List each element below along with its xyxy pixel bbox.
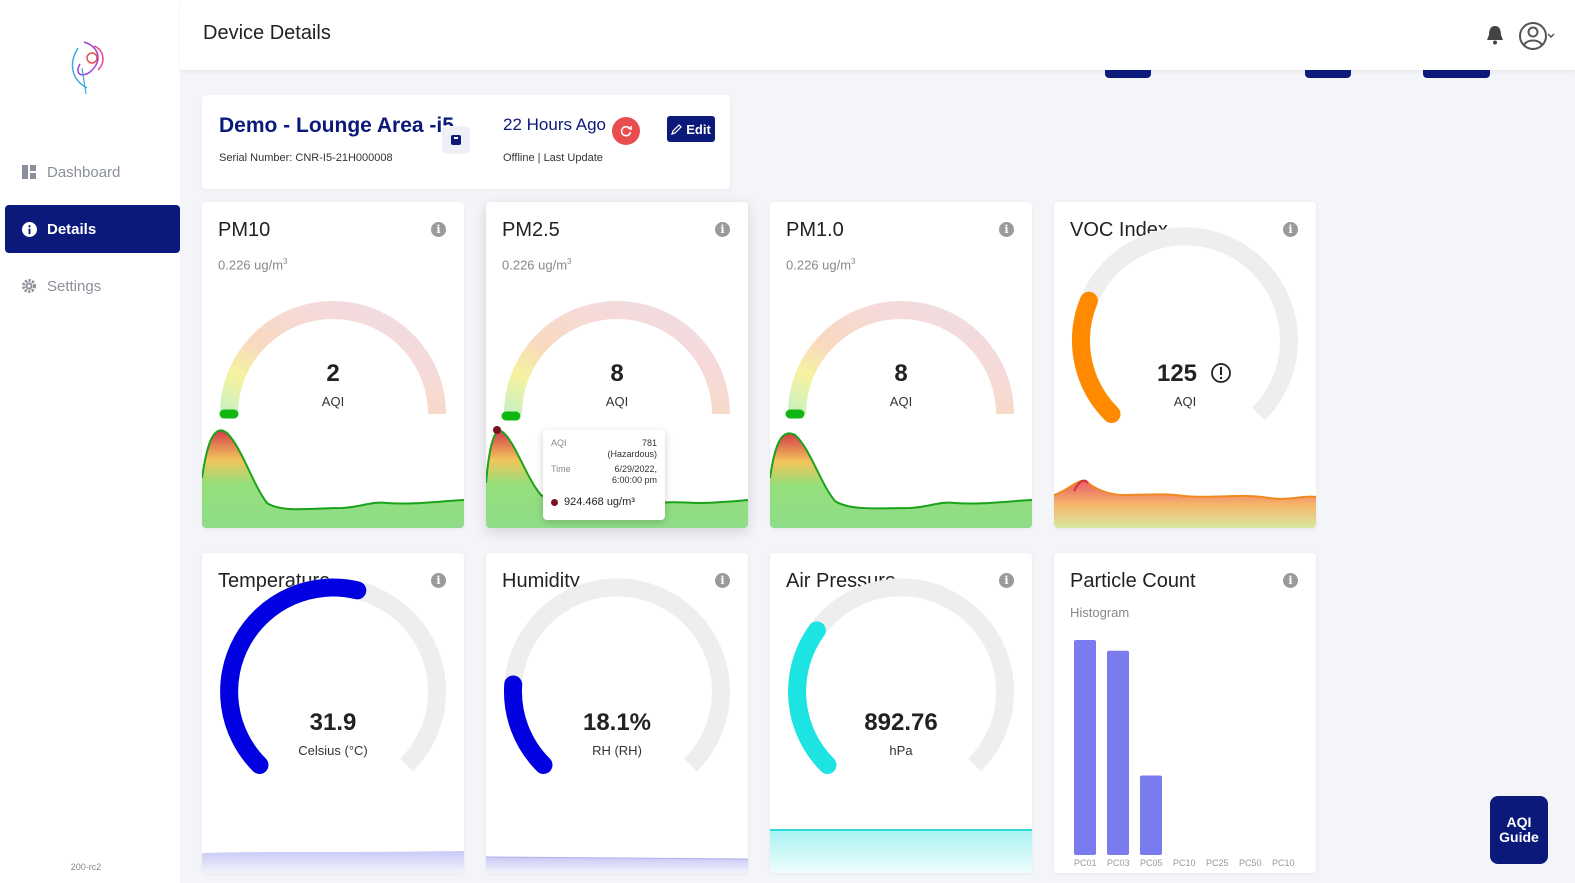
gauge-value: 31.9	[309, 709, 357, 736]
edit-label: Edit	[686, 121, 711, 137]
pressure-sparkline	[770, 829, 1032, 873]
device-icon	[451, 135, 461, 145]
device-status: Offline | Last Update	[503, 152, 603, 164]
humidity-card[interactable]: Humidity i 18.1% RH (RH)	[486, 553, 748, 873]
pencil-icon	[671, 123, 683, 135]
refresh-button[interactable]	[612, 117, 640, 145]
refresh-icon	[620, 125, 632, 137]
top-header: Device Details	[180, 0, 1575, 70]
pm25-card[interactable]: PM2.5 0.226 ug/m3 i 8 AQI AQI 781 (Hazard…	[486, 202, 748, 528]
gauge-unit: AQI	[605, 394, 629, 409]
histogram-bar[interactable]	[1140, 775, 1162, 855]
tab-indicator	[1305, 70, 1351, 78]
gauge-unit: hPa	[889, 743, 913, 758]
sidebar: Dashboard Details Settings 200-rc2	[0, 0, 180, 883]
gear-icon	[21, 278, 37, 294]
tooltip-time-value: 6/29/2022, 6:00:00 pm	[611, 464, 657, 485]
gauge-unit: RH (RH)	[592, 743, 642, 758]
pressure-card[interactable]: Air Pressure i 892.76 hPa	[770, 553, 1032, 873]
histogram-labels: PC01 PC03 PC05 PC10 PC25 PC50 PC10	[1074, 858, 1295, 868]
humidity-sparkline	[486, 856, 748, 873]
sidebar-item-settings[interactable]: Settings	[5, 262, 180, 310]
sidebar-item-label: Settings	[47, 277, 102, 295]
gauge-unit: AQI	[1173, 394, 1197, 409]
histogram-bar[interactable]	[1107, 650, 1129, 855]
gauge-value: 8	[610, 360, 624, 387]
tooltip-aqi-value: 781 (Hazardous)	[607, 438, 657, 459]
sidebar-item-details[interactable]: Details	[5, 205, 180, 253]
chart-tooltip: AQI 781 (Hazardous) Time 6/29/2022, 6:00:0…	[543, 430, 665, 520]
pm10-sparkline	[202, 429, 464, 528]
hover-point[interactable]	[493, 426, 501, 434]
app-version: 200-rc2	[70, 862, 102, 872]
tooltip-reading-value: 924.468 ug/m³	[564, 496, 635, 508]
voc-sparkline	[1054, 479, 1316, 528]
gauge-unit: Celsius (°C)	[298, 743, 368, 758]
info-icon	[21, 221, 37, 237]
histogram-label: PC01	[1074, 858, 1097, 868]
histogram-label: PC25	[1206, 858, 1229, 868]
temperature-sparkline	[202, 851, 464, 873]
gauge-value: 892.76	[864, 709, 938, 736]
particle-histogram	[1074, 640, 1162, 855]
histogram-label: PC50	[1239, 858, 1262, 868]
tooltip-aqi-row: AQI 781 (Hazardous)	[551, 438, 657, 459]
tooltip-reading: 924.468 ug/m³	[551, 496, 635, 508]
aqi-guide-button[interactable]: AQI Guide	[1490, 796, 1548, 864]
last-seen-time: 22 Hours Ago	[503, 115, 607, 134]
device-serial: Serial Number: CNR-I5-21H000008	[219, 152, 393, 164]
page-title: Device Details	[203, 22, 331, 44]
particle-count-card[interactable]: Particle Count Histogram i PC01 PC03 PC0…	[1054, 553, 1316, 873]
series-dot	[551, 498, 558, 506]
notification-bell-icon[interactable]	[1485, 24, 1505, 46]
pm1-sparkline	[770, 432, 1032, 528]
alert-icon	[1211, 363, 1231, 383]
temperature-card[interactable]: Temperature i 31.9 Celsius (°C)	[202, 553, 464, 873]
app-logo[interactable]	[60, 36, 114, 96]
gauge-value: 2	[326, 360, 340, 387]
tooltip-label: Time	[551, 464, 571, 474]
pm1-card[interactable]: PM1.0 0.226 ug/m3 i 8 AQI	[770, 202, 1032, 528]
aqi-guide-label: AQI Guide	[1499, 814, 1539, 845]
voc-card[interactable]: VOC Index i 125 AQI	[1054, 202, 1316, 528]
gauge-value: 125	[1156, 360, 1198, 387]
histogram-bar[interactable]	[1074, 640, 1096, 855]
gauge-value: 18.1%	[582, 709, 652, 736]
dashboard-icon	[21, 164, 37, 180]
user-avatar-icon[interactable]	[1519, 18, 1555, 54]
histogram-label: PC05	[1140, 858, 1163, 868]
tooltip-label: AQI	[551, 438, 567, 448]
device-name: Demo - Lounge Area -i5	[219, 114, 454, 137]
histogram-label: PC03	[1107, 858, 1130, 868]
sidebar-item-dashboard[interactable]: Dashboard	[5, 148, 180, 196]
device-info-card: Demo - Lounge Area -i5 Serial Number: CN…	[202, 95, 730, 189]
edit-button[interactable]: Edit	[667, 116, 715, 142]
tooltip-time-row: Time 6/29/2022, 6:00:00 pm	[551, 464, 657, 485]
pm10-card[interactable]: PM10 0.226 ug/m3 i 2 AQI	[202, 202, 464, 528]
histogram-label: PC10	[1173, 858, 1196, 868]
tab-indicator	[1105, 70, 1151, 78]
gauge-unit: AQI	[321, 394, 345, 409]
sidebar-item-label: Dashboard	[47, 163, 121, 181]
sidebar-item-label: Details	[47, 220, 97, 238]
tab-indicator	[1423, 70, 1490, 78]
device-badge[interactable]	[442, 126, 470, 154]
histogram-label: PC10	[1272, 858, 1295, 868]
gauge-unit: AQI	[889, 394, 913, 409]
gauge-value: 8	[894, 360, 908, 387]
